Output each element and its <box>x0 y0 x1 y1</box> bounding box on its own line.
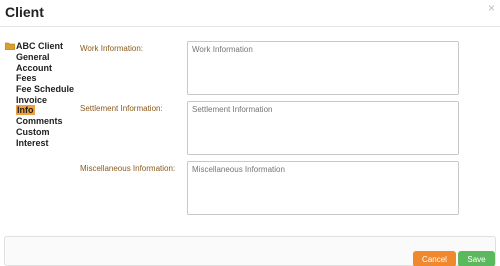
tree-item-account[interactable]: Account <box>5 63 74 74</box>
tree-item-invoice[interactable]: Invoice <box>5 95 74 106</box>
work-information-field[interactable] <box>187 41 459 95</box>
tree-item-fees[interactable]: Fees <box>5 73 74 84</box>
client-tree: ABC Client General Account Fees Fee Sche… <box>4 41 74 149</box>
tree-item-label: Invoice <box>16 94 48 105</box>
tree-item-label: Info <box>16 105 35 116</box>
tree-item-general[interactable]: General <box>5 52 74 63</box>
miscellaneous-information-field[interactable] <box>187 161 459 215</box>
settlement-information-field[interactable] <box>187 101 459 155</box>
tree-item-label: Fee Schedule <box>16 84 75 95</box>
miscellaneous-information-label: Miscellaneous Information: <box>80 164 176 173</box>
tree-root-abc-client[interactable]: ABC Client <box>4 41 74 51</box>
folder-icon <box>4 42 16 51</box>
tree-item-label: Interest <box>16 137 49 148</box>
tree-item-label: Fees <box>16 73 37 84</box>
tree-item-comments[interactable]: Comments <box>5 116 74 127</box>
cancel-button[interactable]: Cancel <box>413 251 456 266</box>
tree-item-label: Account <box>16 62 52 73</box>
close-icon[interactable]: × <box>488 2 495 14</box>
save-button[interactable]: Save <box>458 251 495 266</box>
tree-item-fee-schedule[interactable]: Fee Schedule <box>5 84 74 95</box>
dialog-title: Client <box>5 4 44 20</box>
tree-item-label: Custom <box>16 126 50 137</box>
tree-item-label: Comments <box>16 116 63 127</box>
tree-item-interest[interactable]: Interest <box>5 138 74 149</box>
title-divider <box>0 26 500 27</box>
tree-root-label: ABC Client <box>16 41 63 51</box>
tree-item-info[interactable]: Info <box>5 105 74 116</box>
dialog-footer: Cancel Save <box>4 236 496 266</box>
tree-item-custom[interactable]: Custom <box>5 127 74 138</box>
settlement-information-label: Settlement Information: <box>80 104 163 113</box>
tree-item-label: General <box>16 52 50 62</box>
work-information-label: Work Information: <box>80 44 143 53</box>
